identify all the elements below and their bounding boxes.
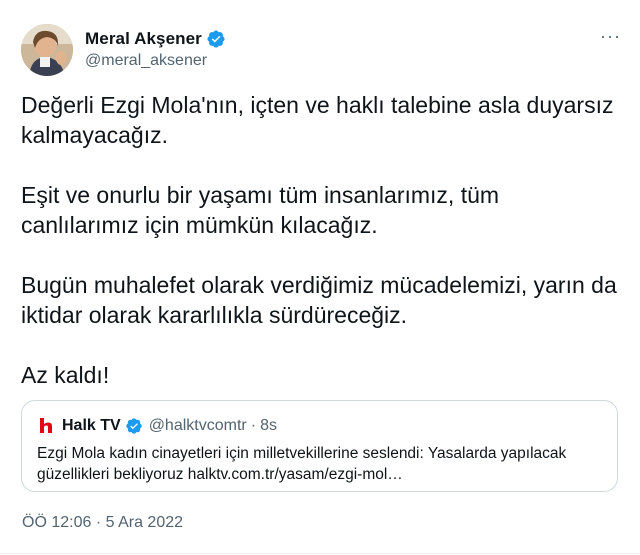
quoted-tweet[interactable]: Halk TV @halktvcomtr · 8s Ezgi Mola kadı… [21, 400, 618, 492]
tweet-date: 5 Ara 2022 [105, 514, 184, 531]
tweet-paragraph: Az kaldı! [21, 362, 110, 388]
tweet-paragraph: Değerli Ezgi Mola'nın, içten ve haklı ta… [21, 92, 614, 148]
author-handle[interactable]: @meral_aksener [85, 52, 207, 70]
separator-dot: · [250, 417, 257, 434]
quoted-author-name[interactable]: Halk TV [62, 417, 121, 435]
more-options-icon[interactable]: ··· [600, 26, 621, 47]
quoted-tweet-text: Ezgi Mola kadın cinayetleri için milletv… [37, 445, 567, 483]
tweet-paragraph: Bugün muhalefet olarak verdiğimiz mücade… [21, 272, 617, 328]
tweet-timestamp[interactable]: ÖÖ 12:06 · 5 Ara 2022 [22, 514, 183, 532]
quoted-tweet-header: Halk TV @halktvcomtr · 8s [37, 415, 277, 437]
tweet-header: Meral Akşener @meral_aksener ··· [21, 24, 621, 76]
separator-dot: · [95, 514, 102, 531]
author-display-name[interactable]: Meral Akşener [85, 29, 202, 49]
tweet-card: Meral Akşener @meral_aksener ··· Değerli… [0, 0, 640, 555]
divider [0, 553, 640, 554]
tweet-paragraph: Eşit ve onurlu bir yaşamı tüm insanlarım… [21, 182, 500, 238]
verified-badge-icon [126, 418, 142, 434]
author-name-row: Meral Akşener [85, 29, 226, 49]
quoted-author-handle[interactable]: @halktvcomtr [149, 417, 247, 435]
verified-badge-icon [207, 30, 225, 48]
tweet-text: Değerli Ezgi Mola'nın, içten ve haklı ta… [21, 90, 621, 390]
author-avatar[interactable] [21, 24, 73, 76]
tweet-time: ÖÖ 12:06 [22, 514, 92, 531]
quoted-timestamp[interactable]: 8s [260, 417, 277, 435]
halktv-logo-icon [37, 417, 55, 435]
